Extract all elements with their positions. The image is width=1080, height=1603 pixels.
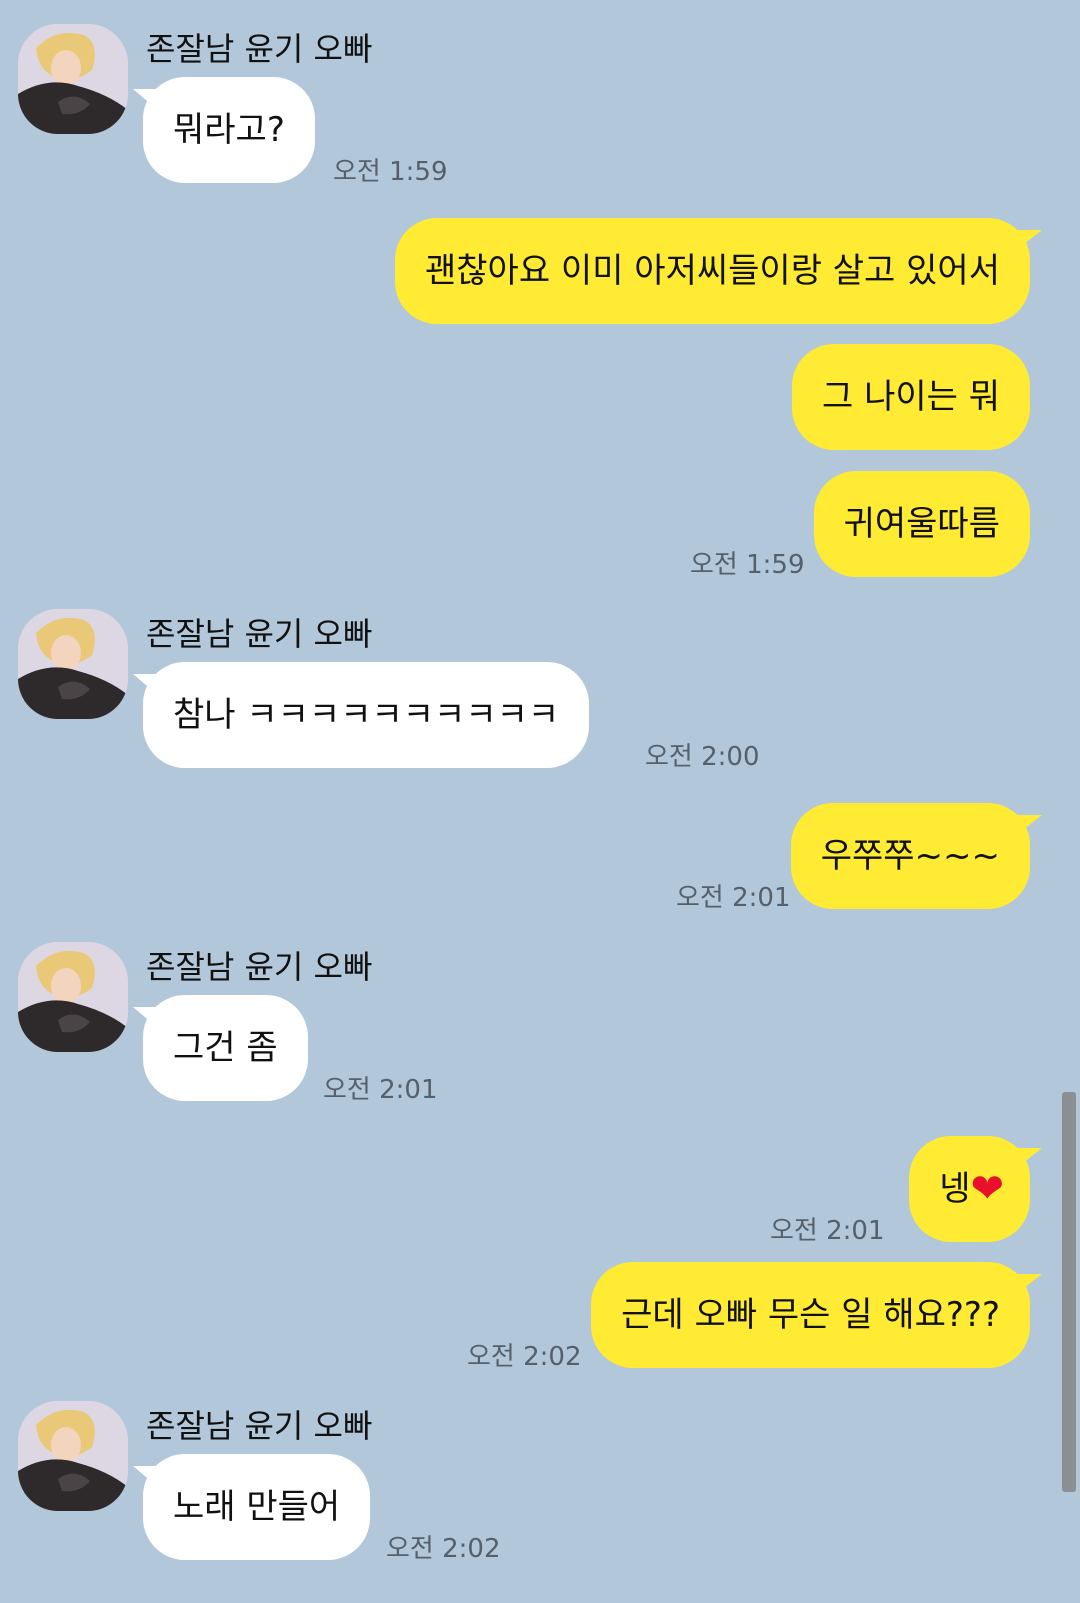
- sender-name: 존잘남 윤기 오빠: [146, 615, 373, 653]
- scrollbar[interactable]: [1062, 1092, 1076, 1492]
- message-bubble-outgoing[interactable]: 근데 오빠 무슨 일 해요???: [591, 1262, 1042, 1368]
- message-timestamp: 오전 2:01: [676, 883, 791, 913]
- sender-avatar[interactable]: [18, 609, 128, 719]
- chat-room[interactable]: 존잘남 윤기 오빠 뭐라고? 오전 1:59 괜찮아요 이미 아저씨들이랑 살고…: [0, 0, 1080, 1603]
- message-bubble-incoming[interactable]: 그건 좀: [133, 995, 308, 1101]
- avatar-photo: [18, 609, 128, 719]
- message-bubble-incoming[interactable]: 노래 만들어: [132, 1454, 371, 1560]
- message-bubble-outgoing[interactable]: 귀여울따름: [813, 471, 1030, 577]
- sender-name: 존잘남 윤기 오빠: [146, 1407, 373, 1445]
- message-timestamp: 오전 2:02: [386, 1534, 501, 1564]
- message-bubble-incoming[interactable]: 참나 ㅋㅋㅋㅋㅋㅋㅋㅋㅋㅋ: [132, 662, 590, 768]
- message-bubble-outgoing[interactable]: 괜찮아요 이미 아저씨들이랑 살고 있어서: [395, 218, 1042, 324]
- message-timestamp: 오전 2:01: [323, 1075, 438, 1105]
- message-text: 넹: [939, 1169, 971, 1209]
- message-timestamp: 오전 1:59: [333, 157, 448, 187]
- message-timestamp: 오전 2:01: [770, 1216, 885, 1246]
- avatar-photo: [18, 24, 128, 134]
- message-bubble-outgoing[interactable]: 우쭈쭈~~~: [790, 803, 1043, 909]
- sender-name: 존잘남 윤기 오빠: [146, 30, 373, 68]
- message-bubble-outgoing[interactable]: 그 나이는 뭐: [791, 344, 1030, 450]
- message-timestamp: 오전 1:59: [690, 550, 805, 580]
- sender-avatar[interactable]: [18, 24, 128, 134]
- avatar-photo: [18, 1401, 128, 1511]
- message-bubble-outgoing[interactable]: 넹❤: [909, 1136, 1042, 1242]
- message-timestamp: 오전 2:00: [645, 742, 760, 772]
- message-timestamp: 오전 2:02: [467, 1342, 582, 1372]
- sender-avatar[interactable]: [18, 942, 128, 1052]
- heart-icon: ❤: [970, 1166, 1004, 1212]
- sender-name: 존잘남 윤기 오빠: [146, 948, 373, 986]
- sender-avatar[interactable]: [18, 1401, 128, 1511]
- message-bubble-incoming[interactable]: 뭐라고?: [133, 77, 315, 183]
- avatar-photo: [18, 942, 128, 1052]
